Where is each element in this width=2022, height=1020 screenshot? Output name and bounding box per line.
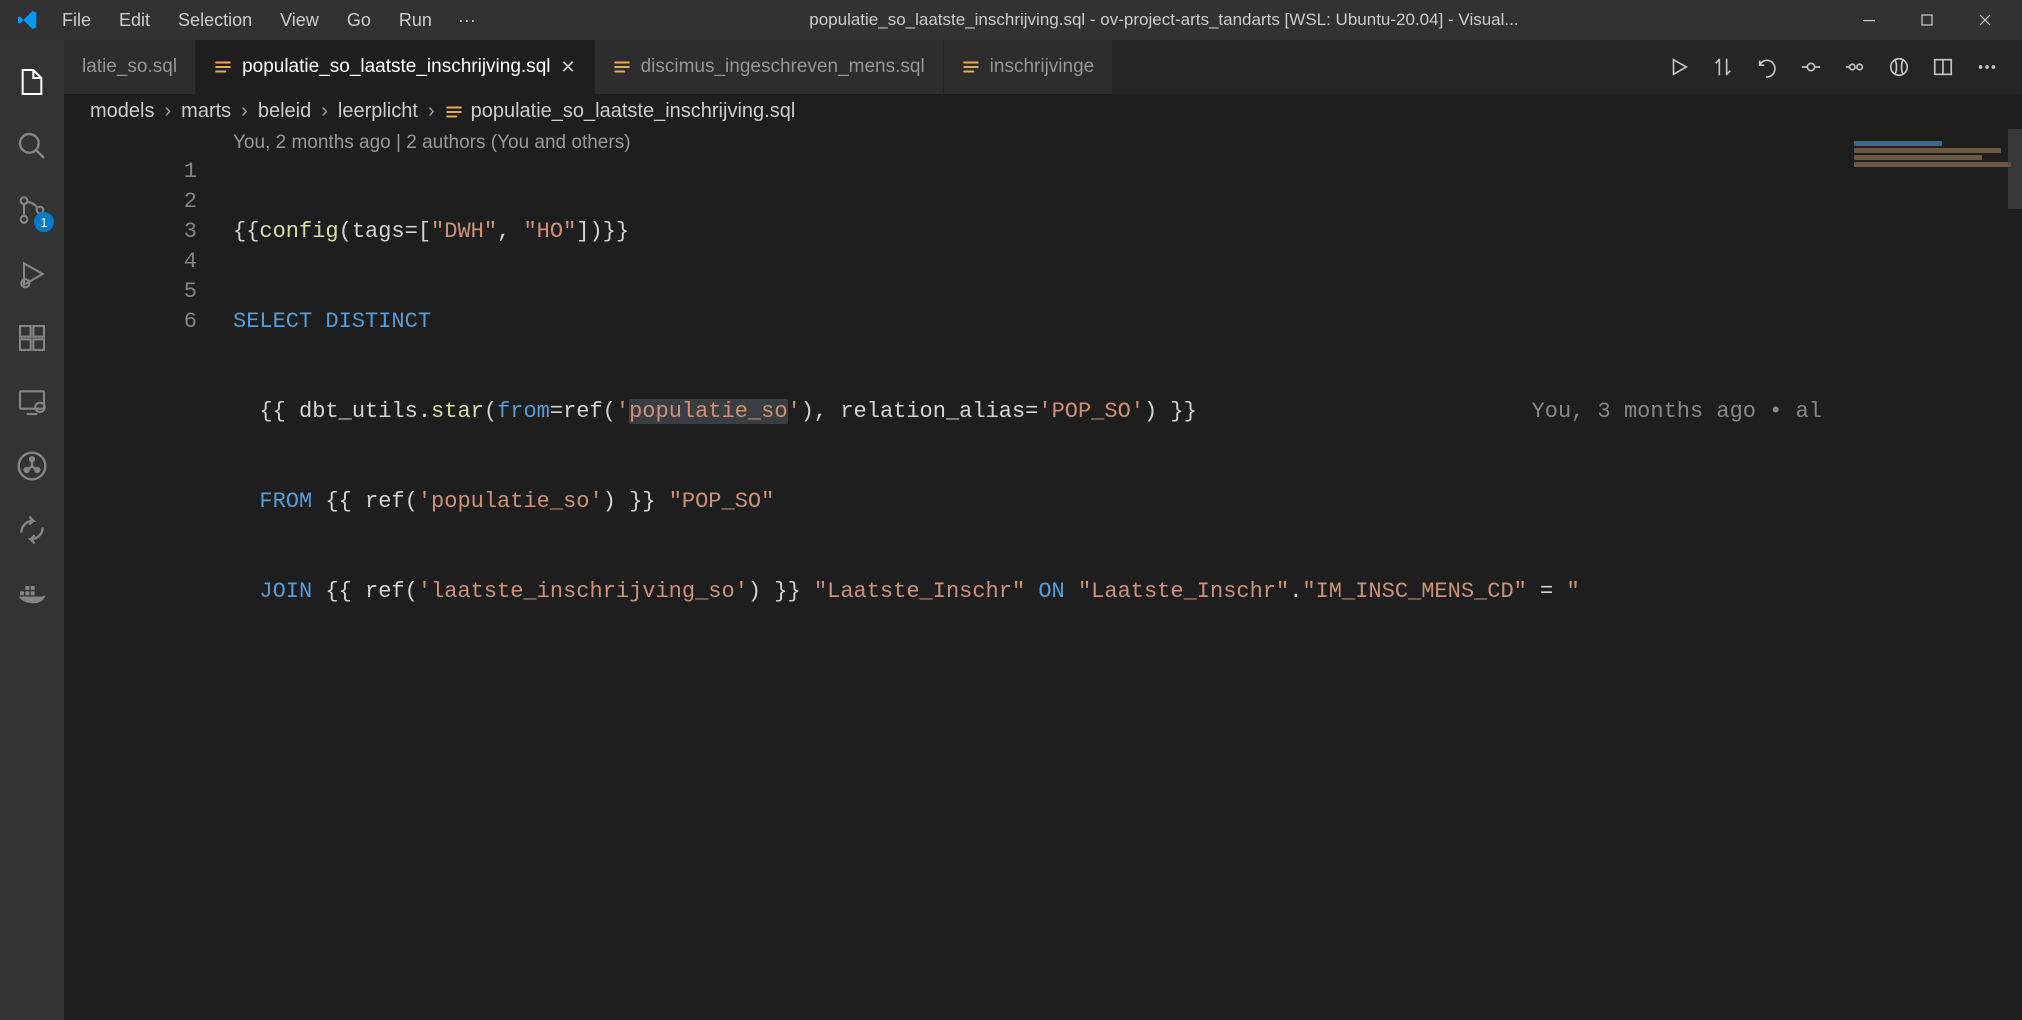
- line-number: 2: [64, 187, 197, 217]
- activity-run-debug[interactable]: [0, 242, 64, 306]
- editor-area: latie_so.sql populatie_so_laatste_inschr…: [64, 40, 2022, 1020]
- chevron-right-icon: ›: [237, 100, 252, 123]
- activity-bar: 1: [0, 40, 64, 1020]
- minimap[interactable]: [1842, 129, 2022, 1020]
- main-container: 1 latie_so.sql populatie_so_laat: [0, 40, 2022, 1020]
- line-number: 1: [64, 157, 197, 187]
- tab-inschrijvinge[interactable]: inschrijvinge: [944, 40, 1114, 94]
- line-number: 5: [64, 277, 197, 307]
- tab-label: latie_so.sql: [82, 56, 177, 78]
- crumb-models[interactable]: models: [90, 100, 154, 123]
- code-line[interactable]: [233, 667, 2022, 697]
- code-area: 1 2 3 4 5 6 {{config(tags=["DWH", "HO"])…: [64, 157, 2022, 757]
- activity-extensions[interactable]: [0, 306, 64, 370]
- activity-explorer[interactable]: [0, 50, 64, 114]
- activity-share[interactable]: [0, 498, 64, 562]
- commit-all-icon[interactable]: [1844, 56, 1866, 78]
- file-icon: [445, 103, 463, 121]
- tab-discimus[interactable]: discimus_ingeschreven_mens.sql: [595, 40, 944, 94]
- revert-icon[interactable]: [1756, 56, 1778, 78]
- tab-populatie-so-laatste[interactable]: populatie_so_laatste_inschrijving.sql ✕: [196, 40, 595, 94]
- menu-edit[interactable]: Edit: [105, 4, 164, 37]
- minimap-content: [1854, 141, 2014, 169]
- split-editor-icon[interactable]: [1932, 56, 1954, 78]
- compare-icon[interactable]: [1712, 56, 1734, 78]
- activity-remote-explorer[interactable]: [0, 370, 64, 434]
- tab-label: inschrijvinge: [990, 56, 1095, 78]
- menu-more[interactable]: ···: [446, 4, 488, 37]
- menu-bar: File Edit Selection View Go Run ···: [48, 4, 488, 37]
- crumb-beleid[interactable]: beleid: [258, 100, 311, 123]
- file-icon: [962, 58, 980, 76]
- chevron-right-icon: ›: [160, 100, 175, 123]
- code-line[interactable]: FROM {{ ref('populatie_so') }} "POP_SO": [233, 487, 2022, 517]
- open-preview-icon[interactable]: [1888, 56, 1910, 78]
- menu-view[interactable]: View: [266, 4, 333, 37]
- tab-label: populatie_so_laatste_inschrijving.sql: [242, 56, 550, 78]
- menu-run[interactable]: Run: [385, 4, 446, 37]
- code-line[interactable]: {{config(tags=["DWH", "HO"])}}: [233, 217, 2022, 247]
- window-controls: [1840, 0, 2014, 40]
- code-line[interactable]: {{ dbt_utils.star(from=ref('populatie_so…: [233, 397, 2022, 427]
- crumb-file-label: populatie_so_laatste_inschrijving.sql: [471, 100, 796, 123]
- activity-source-control[interactable]: 1: [0, 178, 64, 242]
- chevron-right-icon: ›: [424, 100, 439, 123]
- chevron-right-icon: ›: [317, 100, 332, 123]
- run-icon[interactable]: [1668, 56, 1690, 78]
- line-number: 4: [64, 247, 197, 277]
- window-title: populatie_so_laatste_inschrijving.sql - …: [488, 10, 1840, 30]
- editor-body[interactable]: You, 2 months ago | 2 authors (You and o…: [64, 129, 2022, 1020]
- titlebar: File Edit Selection View Go Run ··· popu…: [0, 0, 2022, 40]
- menu-file[interactable]: File: [48, 4, 105, 37]
- code-line[interactable]: SELECT DISTINCT: [233, 307, 2022, 337]
- more-actions-icon[interactable]: [1976, 56, 1998, 78]
- crumb-leerplicht[interactable]: leerplicht: [338, 100, 418, 123]
- activity-git-graph[interactable]: [0, 434, 64, 498]
- breadcrumbs[interactable]: models › marts › beleid › leerplicht › p…: [64, 94, 2022, 129]
- tab-latie-so[interactable]: latie_so.sql: [64, 40, 196, 94]
- activity-search[interactable]: [0, 114, 64, 178]
- crumb-file[interactable]: populatie_so_laatste_inschrijving.sql: [445, 100, 796, 123]
- close-button[interactable]: [1956, 0, 2014, 40]
- commit-icon[interactable]: [1800, 56, 1822, 78]
- file-icon: [613, 58, 631, 76]
- tab-label: discimus_ingeschreven_mens.sql: [641, 56, 925, 78]
- scm-badge: 1: [34, 212, 54, 232]
- code-content[interactable]: {{config(tags=["DWH", "HO"])}} SELECT DI…: [233, 157, 2022, 757]
- vscode-logo-icon: [8, 9, 48, 31]
- crumb-marts[interactable]: marts: [181, 100, 231, 123]
- maximize-button[interactable]: [1898, 0, 1956, 40]
- code-line[interactable]: JOIN {{ ref('laatste_inschrijving_so') }…: [233, 577, 2022, 607]
- minimize-button[interactable]: [1840, 0, 1898, 40]
- menu-go[interactable]: Go: [333, 4, 385, 37]
- file-icon: [214, 58, 232, 76]
- close-icon[interactable]: ✕: [560, 57, 575, 78]
- line-number-gutter: 1 2 3 4 5 6: [64, 157, 233, 757]
- menu-selection[interactable]: Selection: [164, 4, 266, 37]
- scrollbar-vertical[interactable]: [2008, 129, 2022, 209]
- line-number: 3: [64, 217, 197, 247]
- gitlens-codelens[interactable]: You, 2 months ago | 2 authors (You and o…: [64, 129, 2022, 157]
- editor-actions: [1644, 40, 2022, 94]
- gitlens-blame-annotation: You, 3 months ago • al: [1532, 397, 1822, 427]
- activity-docker[interactable]: [0, 562, 64, 626]
- line-number: 6: [64, 307, 197, 337]
- tabs-row: latie_so.sql populatie_so_laatste_inschr…: [64, 40, 2022, 94]
